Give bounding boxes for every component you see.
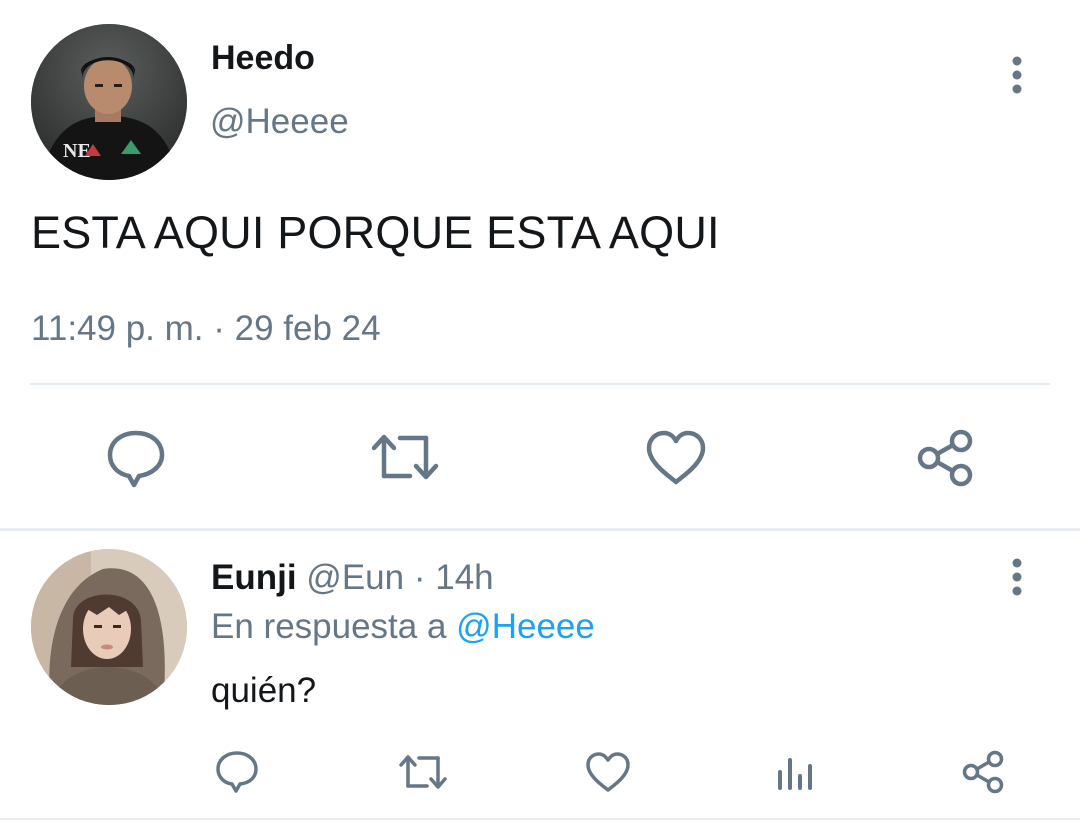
- tweet-time: 11:49 p. m.: [31, 309, 204, 348]
- more-options-icon[interactable]: [1003, 557, 1031, 599]
- avatar-photo: NE: [31, 24, 187, 180]
- tweet-text: ESTA AQUI PORQUE ESTA AQUI: [31, 207, 720, 258]
- avatar[interactable]: [31, 549, 187, 705]
- like-icon[interactable]: [645, 430, 707, 486]
- avatar-text: NE: [63, 140, 91, 162]
- reply-prefix: En respuesta a: [211, 607, 447, 646]
- divider: [30, 383, 1050, 385]
- tweet-date: 29 feb 24: [234, 309, 381, 348]
- reply-age: 14h: [435, 558, 494, 597]
- section-divider: [0, 818, 1080, 820]
- header-separator: ·: [413, 558, 426, 597]
- tweet-timestamp: 11:49 p. m. · 29 feb 24: [31, 308, 381, 350]
- in-reply-to: En respuesta a @Heeee: [211, 606, 595, 648]
- retweet-icon[interactable]: [397, 752, 449, 792]
- share-icon[interactable]: [960, 749, 1006, 795]
- user-handle[interactable]: @Eun: [306, 558, 404, 597]
- reply-header: Eunji @Eun · 14h: [211, 558, 494, 598]
- reply-to-link[interactable]: @Heeee: [456, 607, 595, 646]
- timestamp-separator: ·: [213, 309, 225, 348]
- retweet-icon[interactable]: [370, 430, 440, 484]
- display-name[interactable]: Heedo: [211, 38, 315, 78]
- display-name[interactable]: Eunji: [211, 558, 297, 597]
- like-icon[interactable]: [585, 751, 631, 793]
- reply-icon[interactable]: [214, 749, 260, 795]
- tweet-text: quién?: [211, 671, 317, 710]
- avatar-photo: [31, 549, 187, 705]
- section-divider: [0, 528, 1080, 531]
- reply-icon[interactable]: [105, 428, 167, 488]
- more-options-icon[interactable]: [1003, 55, 1031, 97]
- analytics-icon[interactable]: [776, 752, 816, 792]
- user-handle[interactable]: @Heeee: [210, 101, 349, 143]
- avatar[interactable]: NE: [31, 24, 187, 180]
- share-icon[interactable]: [915, 428, 977, 488]
